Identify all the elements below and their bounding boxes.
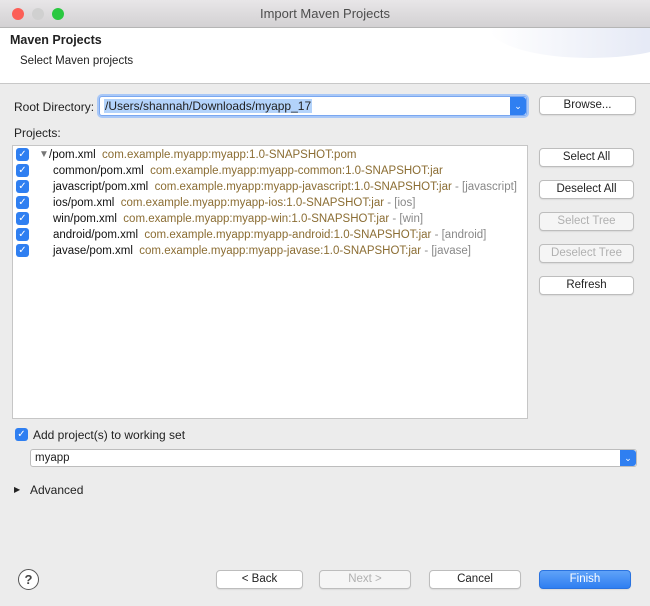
deselect-all-button[interactable]: Deselect All xyxy=(539,180,634,199)
project-path: android/pom.xml xyxy=(53,229,139,241)
zoom-icon[interactable] xyxy=(52,8,64,20)
refresh-button[interactable]: Refresh xyxy=(539,276,634,295)
checkbox[interactable]: ✓ xyxy=(16,196,29,209)
project-path: common/pom.xml xyxy=(53,165,144,177)
project-suffix: - [javase] xyxy=(421,245,471,257)
root-directory-label: Root Directory: xyxy=(14,100,95,114)
window-title: Import Maven Projects xyxy=(259,6,391,21)
chevron-down-icon[interactable]: ⌄ xyxy=(620,450,636,466)
project-coords: com.example.myapp:myapp-ios:1.0-SNAPSHOT… xyxy=(120,197,385,209)
help-icon[interactable]: ? xyxy=(18,569,39,590)
project-path: javascript/pom.xml xyxy=(53,181,149,193)
checkbox[interactable]: ✓ xyxy=(16,148,29,161)
back-button[interactable]: < Back xyxy=(216,570,303,589)
checkbox[interactable]: ✓ xyxy=(16,228,29,241)
working-set-checkbox[interactable]: ✓ xyxy=(15,428,28,441)
root-directory-combo[interactable]: /Users/shannah/Downloads/myapp_17 ⌄ xyxy=(99,96,527,116)
checkbox[interactable]: ✓ xyxy=(16,164,29,177)
checkbox[interactable]: ✓ xyxy=(16,244,29,257)
next-button[interactable]: Next > xyxy=(319,570,411,589)
minimize-icon[interactable] xyxy=(32,8,44,20)
project-coords: com.example.myapp:myapp-common:1.0-SNAPS… xyxy=(150,165,443,177)
project-suffix: - [win] xyxy=(389,213,424,225)
cancel-button[interactable]: Cancel xyxy=(429,570,521,589)
browse-button[interactable]: Browse... xyxy=(539,96,636,115)
working-set-label: Add project(s) to working set xyxy=(33,428,186,442)
project-suffix: - [ios] xyxy=(384,197,416,209)
project-suffix: - [android] xyxy=(431,229,487,241)
checkbox[interactable]: ✓ xyxy=(16,180,29,193)
select-all-button[interactable]: Select All xyxy=(539,148,634,167)
project-path: javase/pom.xml xyxy=(53,245,133,257)
working-set-value: myapp xyxy=(35,452,70,464)
project-coords: com.example.myapp:myapp-javase:1.0-SNAPS… xyxy=(139,245,422,257)
project-coords: com.example.myapp:myapp-android:1.0-SNAP… xyxy=(144,229,432,241)
select-tree-button[interactable]: Select Tree xyxy=(539,212,634,231)
page-subtitle: Select Maven projects xyxy=(20,55,134,67)
project-path: ios/pom.xml xyxy=(53,197,115,209)
chevron-down-icon[interactable]: ⌄ xyxy=(510,97,526,115)
close-icon[interactable] xyxy=(12,8,24,20)
deselect-tree-button[interactable]: Deselect Tree xyxy=(539,244,634,263)
projects-tree[interactable]: ✓ ▼/pom.xml com.example.myapp:myapp:1.0-S… xyxy=(12,145,528,419)
project-path: win/pom.xml xyxy=(53,213,117,225)
banner-decoration xyxy=(490,28,650,58)
expand-triangle-icon[interactable]: ▼ xyxy=(39,147,49,163)
expand-triangle-icon[interactable]: ▶ xyxy=(14,485,20,494)
title-bar: Import Maven Projects xyxy=(0,0,650,28)
checkbox[interactable]: ✓ xyxy=(16,212,29,225)
project-coords: com.example.myapp:myapp-javascript:1.0-S… xyxy=(154,181,452,193)
advanced-section-toggle[interactable]: Advanced xyxy=(30,483,83,497)
project-path: /pom.xml xyxy=(49,149,96,161)
project-suffix: - [javascript] xyxy=(451,181,517,193)
projects-label: Projects: xyxy=(14,126,61,140)
page-title: Maven Projects xyxy=(10,33,102,47)
root-directory-value: /Users/shannah/Downloads/myapp_17 xyxy=(104,99,313,113)
project-coords: com.example.myapp:myapp:1.0-SNAPSHOT:pom xyxy=(102,149,357,161)
project-coords: com.example.myapp:myapp-win:1.0-SNAPSHOT… xyxy=(123,213,390,225)
wizard-header: Maven Projects Select Maven projects xyxy=(0,28,650,84)
finish-button[interactable]: Finish xyxy=(539,570,631,589)
working-set-combo[interactable]: myapp ⌄ xyxy=(30,449,637,467)
